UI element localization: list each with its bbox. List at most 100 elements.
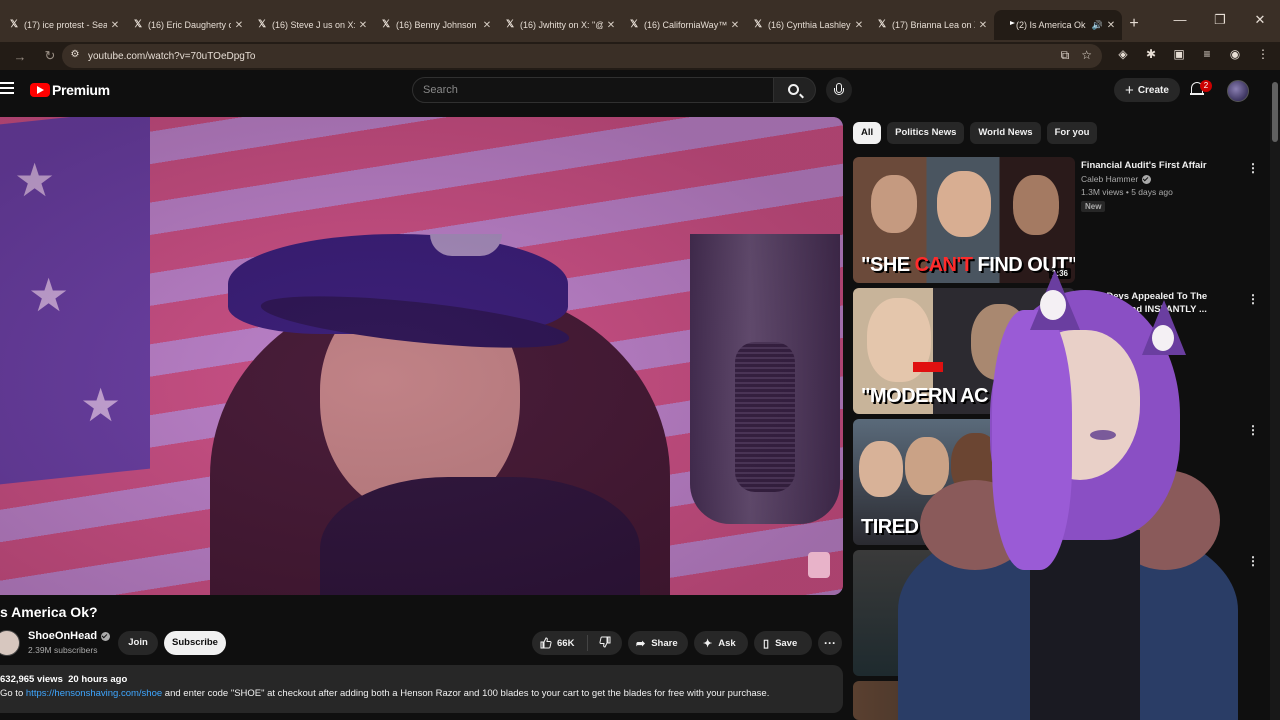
recommended-channel-name[interactable]: Caleb Hammer — [1081, 174, 1152, 184]
like-button[interactable]: 66K — [532, 635, 588, 651]
premium-label: Premium — [52, 82, 110, 98]
voice-search-button[interactable] — [826, 77, 852, 103]
sidepanel-icon[interactable]: ▣ — [1172, 47, 1186, 61]
x-logo-icon: 𝕏 — [753, 19, 763, 30]
recommended-video[interactable]: "SHE CAN'T FIND OUT" 1:36 Financial Audi… — [853, 157, 1263, 283]
speaker-icon[interactable]: 🔊 — [1092, 20, 1103, 31]
notification-count-badge: 2 — [1200, 80, 1212, 92]
view-count-and-date: 632,965 views 20 hours ago — [0, 674, 127, 685]
channel-name[interactable]: ShoeOnHead — [28, 630, 111, 642]
filter-chips: All Politics News World News For you — [853, 122, 1098, 144]
close-window-icon[interactable]: ✕ — [1240, 12, 1280, 28]
channel-name-text[interactable]: ShoeOnHead — [28, 630, 97, 642]
tab-title: (16) Eric Daugherty o — [148, 20, 231, 30]
browser-tab[interactable]: 𝕏 (16) CaliforniaWay™ ✕ — [622, 10, 746, 40]
media-icon[interactable]: ≡ — [1200, 47, 1214, 61]
subscribe-button[interactable]: Subscribe — [164, 631, 226, 655]
description-body: and enter code "SHOE" at checkout after … — [162, 688, 770, 699]
browser-tab[interactable]: 𝕏 (16) Benny Johnson o ✕ — [374, 10, 498, 40]
chip-all[interactable]: All — [853, 122, 882, 144]
join-button[interactable]: Join — [118, 631, 158, 655]
youtube-play-icon — [30, 83, 50, 97]
search-input[interactable] — [412, 77, 774, 103]
create-label: Create — [1137, 84, 1169, 96]
address-bar[interactable]: ⚙ youtube.com/watch?v=70uTOeDpgTo ⧉ ☆ — [62, 44, 1102, 68]
url-text[interactable]: youtube.com/watch?v=70uTOeDpgTo — [88, 51, 255, 62]
tab-close-icon[interactable]: ✕ — [854, 20, 864, 31]
like-dislike-group: 66K — [532, 631, 622, 655]
ask-button[interactable]: ✦ Ask — [694, 631, 748, 655]
plus-icon: + — [1125, 81, 1134, 99]
tab-close-icon[interactable]: ✕ — [358, 20, 368, 31]
view-count: 632,965 views — [0, 674, 63, 685]
tab-close-icon[interactable]: ✕ — [730, 20, 740, 31]
tab-close-icon[interactable]: ✕ — [234, 20, 244, 31]
install-icon[interactable]: ⧉ — [1061, 48, 1070, 63]
create-button[interactable]: + Create — [1114, 78, 1180, 102]
browser-tab[interactable]: 𝕏 (16) Eric Daugherty o ✕ — [126, 10, 250, 40]
tab-close-icon[interactable]: ✕ — [978, 20, 988, 31]
puzzle-icon[interactable]: ✱ — [1144, 47, 1158, 61]
x-logo-icon: 𝕏 — [629, 19, 639, 30]
browser-tab-active[interactable]: (2) Is America Ok 🔊 ✕ — [994, 10, 1122, 40]
save-button[interactable]: ▯ Save — [754, 631, 812, 655]
tab-close-icon[interactable]: ✕ — [1106, 20, 1116, 31]
more-actions-button[interactable]: ··· — [818, 631, 842, 655]
more-dots-icon: ··· — [824, 636, 836, 650]
site-info-icon[interactable]: ⚙ — [68, 49, 82, 63]
more-options-icon[interactable]: ⋮ — [1247, 161, 1259, 175]
chip-world-news[interactable]: World News — [970, 122, 1041, 144]
search-button[interactable] — [774, 77, 816, 103]
extension-icon[interactable]: ◈ — [1116, 47, 1130, 61]
profile-icon[interactable]: ◉ — [1228, 47, 1242, 61]
search-icon — [788, 84, 799, 95]
browser-tab[interactable]: 𝕏 (16) Jwhitty on X: "@ ✕ — [498, 10, 622, 40]
reload-icon[interactable]: ↻ — [40, 48, 60, 64]
browser-tab[interactable]: 𝕏 (17) ice protest - Sea ✕ — [2, 10, 126, 40]
recommended-video-title[interactable]: Financial Audit's First Affair — [1081, 159, 1241, 172]
search-bar — [412, 77, 816, 103]
tab-close-icon[interactable]: ✕ — [110, 20, 120, 31]
dislike-button[interactable] — [588, 636, 622, 651]
minimize-icon[interactable]: — — [1160, 12, 1200, 28]
maximize-icon[interactable]: ❐ — [1200, 12, 1240, 28]
forward-icon[interactable]: → — [10, 49, 30, 64]
browser-toolbar: → ↻ ⚙ youtube.com/watch?v=70uTOeDpgTo ⧉ … — [0, 42, 1280, 70]
scrollbar-thumb[interactable] — [1272, 82, 1278, 142]
sparkle-icon: ✦ — [703, 637, 713, 650]
chip-politics-news[interactable]: Politics News — [887, 122, 965, 144]
new-tab-button[interactable]: + — [1122, 13, 1146, 37]
new-badge: New — [1081, 201, 1106, 212]
description-link[interactable]: https://hensonshaving.com/shoe — [26, 688, 162, 699]
share-button[interactable]: ➦ Share — [628, 631, 688, 655]
x-logo-icon: 𝕏 — [381, 19, 391, 30]
ask-label: Ask — [718, 637, 736, 649]
browser-tab-bar: 𝕏 (17) ice protest - Sea ✕ 𝕏 (16) Eric D… — [0, 0, 1280, 42]
channel-avatar[interactable] — [0, 630, 20, 656]
page-scrollbar[interactable] — [1270, 110, 1280, 720]
menu-dots-icon[interactable]: ⋮ — [1256, 47, 1270, 61]
save-label: Save — [775, 637, 798, 649]
verified-icon — [1142, 174, 1152, 184]
x-logo-icon: 𝕏 — [9, 19, 19, 30]
share-icon: ➦ — [636, 637, 646, 650]
channel-watermark[interactable] — [808, 552, 830, 578]
menu-icon[interactable] — [0, 82, 14, 94]
tab-title: (16) CaliforniaWay™ — [644, 20, 727, 30]
recommended-video-stats: 1.3M views • 5 days ago — [1081, 187, 1173, 197]
bookmark-icon: ▯ — [763, 637, 770, 650]
youtube-logo[interactable]: Premium — [30, 82, 110, 98]
tab-close-icon[interactable]: ✕ — [606, 20, 616, 31]
video-thumbnail[interactable]: "SHE CAN'T FIND OUT" 1:36 — [853, 157, 1075, 283]
browser-tab[interactable]: 𝕏 (17) Brianna Lea on X ✕ — [870, 10, 994, 40]
video-player[interactable]: ★ ★ ★ — [0, 117, 843, 595]
share-label: Share — [651, 637, 678, 649]
vtuber-avatar-overlay — [880, 270, 1260, 720]
tab-close-icon[interactable]: ✕ — [482, 20, 492, 31]
browser-tab[interactable]: 𝕏 (16) Steve J us on X: ' ✕ — [250, 10, 374, 40]
chip-for-you[interactable]: For you — [1046, 122, 1098, 144]
bookmark-star-icon[interactable]: ☆ — [1081, 48, 1092, 63]
account-avatar[interactable] — [1227, 80, 1249, 102]
browser-tab[interactable]: 𝕏 (16) Cynthia Lashley o ✕ — [746, 10, 870, 40]
x-logo-icon: 𝕏 — [133, 19, 143, 30]
